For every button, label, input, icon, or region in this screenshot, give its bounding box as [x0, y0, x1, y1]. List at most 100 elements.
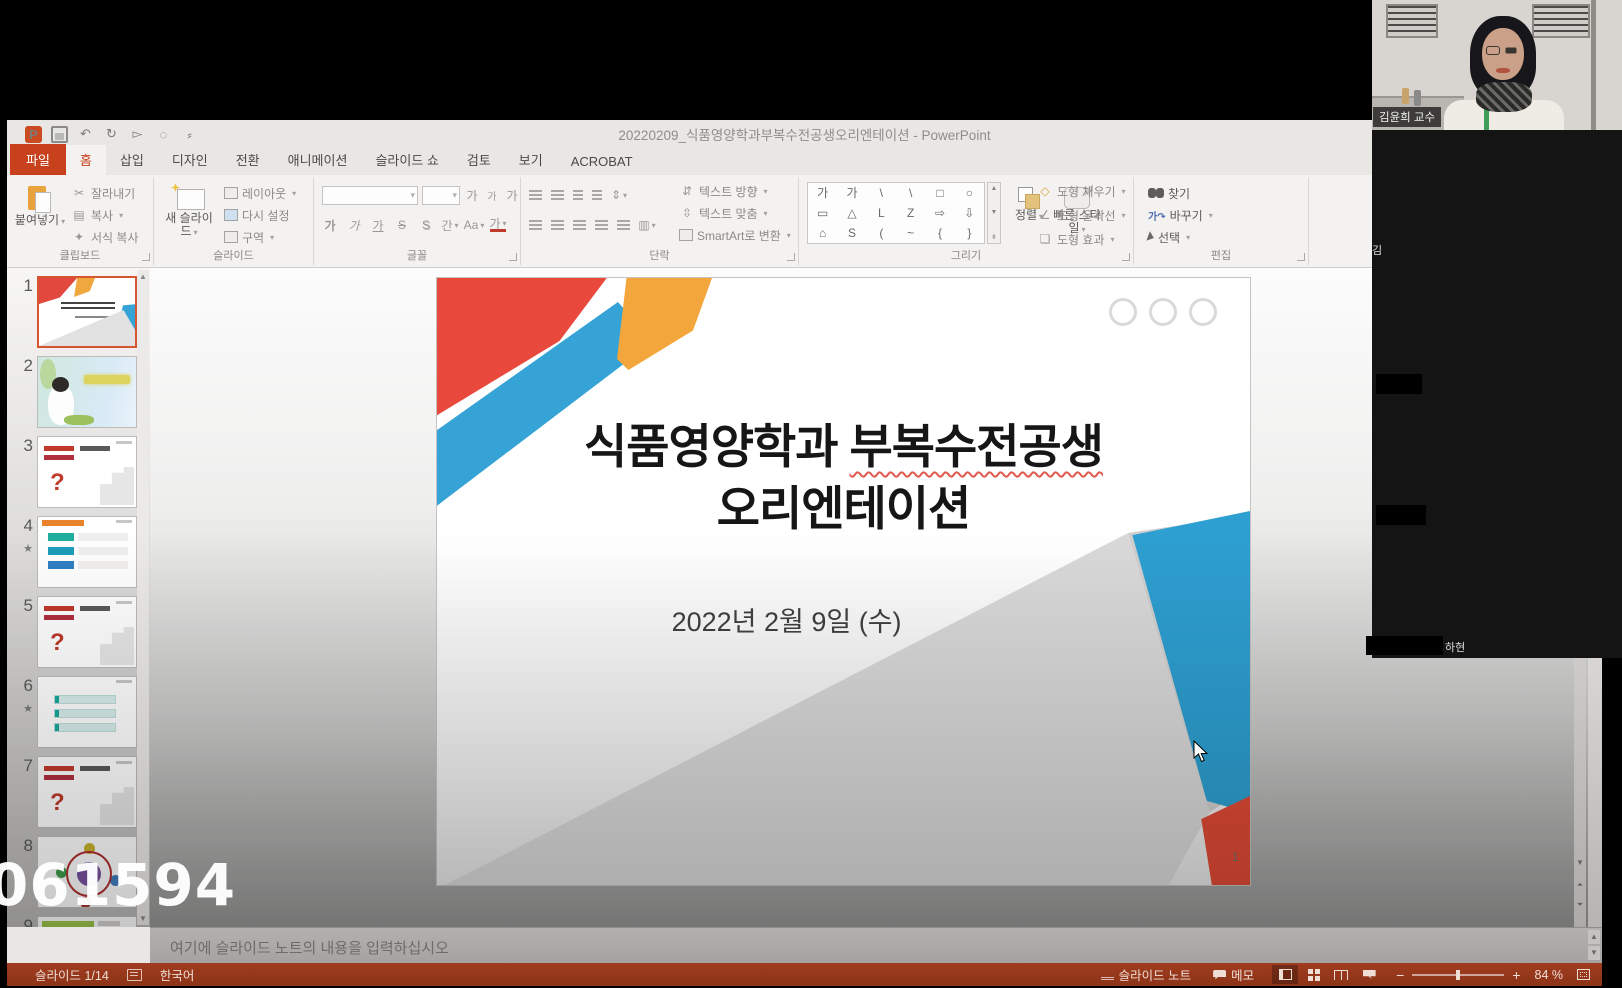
paragraph-dialog-launcher[interactable]: [787, 253, 795, 261]
format-painter-button[interactable]: ✦ 서식 복사: [71, 227, 139, 247]
fit-to-window-icon[interactable]: [1577, 969, 1590, 980]
shape-gallery[interactable]: 가가\\□○▭△LZ⇨⇩⌂S(~{}: [807, 182, 985, 244]
zoom-in-button[interactable]: +: [1512, 970, 1520, 980]
increase-indent-icon[interactable]: [592, 190, 602, 192]
font-color-icon[interactable]: 가: [490, 218, 506, 232]
notes-scrollbar[interactable]: ▲ ▼: [1588, 930, 1600, 962]
grow-font-icon[interactable]: 가: [464, 187, 480, 203]
clear-formatting-icon[interactable]: 가: [504, 187, 520, 203]
zoom-slider-thumb[interactable]: [1456, 970, 1460, 980]
zoom-slider[interactable]: [1412, 974, 1504, 976]
shape-gallery-more-icon[interactable]: ⇟: [991, 233, 997, 241]
previous-slide-icon[interactable]: ⏶: [1574, 878, 1586, 892]
shape-icon[interactable]: 가: [817, 184, 828, 202]
bullets-icon[interactable]: [529, 190, 542, 192]
character-spacing-icon[interactable]: 간: [442, 217, 458, 233]
shape-fill-button[interactable]: ◇ 도형 채우기: [1037, 181, 1137, 201]
shape-icon[interactable]: 가: [846, 184, 857, 202]
notes-panel[interactable]: 여기에 슬라이드 노트의 내용을 입력하십시오 ▲ ▼: [150, 927, 1602, 963]
align-left-icon[interactable]: [529, 220, 542, 222]
strikethrough-icon[interactable]: S: [394, 217, 410, 233]
replace-button[interactable]: 가↷ 바꾸기: [1148, 205, 1213, 225]
undo-icon[interactable]: ↶: [77, 126, 94, 143]
tab-홈[interactable]: 홈: [66, 145, 106, 175]
slideshow-view-button[interactable]: [1356, 965, 1382, 984]
next-slide-icon[interactable]: ⏷: [1574, 898, 1586, 912]
tab-보기[interactable]: 보기: [505, 145, 557, 175]
shape-icon[interactable]: (: [879, 224, 883, 242]
layout-button[interactable]: 레이아웃: [224, 183, 296, 203]
shape-gallery-scrollbar[interactable]: ▲ ▼ ⇟: [987, 182, 1001, 244]
shape-icon[interactable]: {: [938, 224, 942, 242]
convert-smartart-button[interactable]: SmartArt로 변환: [679, 225, 791, 245]
cut-button[interactable]: ✂ 잘라내기: [71, 183, 135, 203]
notes-scroll-up-icon[interactable]: ▲: [1588, 930, 1600, 944]
slide-thumbnail-9[interactable]: 9: [7, 914, 150, 927]
tab-슬라이드 쇼[interactable]: 슬라이드 쇼: [361, 145, 452, 175]
slide-thumbnail-6[interactable]: 6★: [7, 674, 150, 754]
shape-icon[interactable]: Z: [907, 204, 914, 222]
slide-title[interactable]: 식품영양학과 부복수전공생 오리엔테이션: [437, 416, 1250, 540]
new-slide-button[interactable]: 새 슬라이드: [160, 181, 218, 247]
customize-qat-icon[interactable]: ⸗: [181, 126, 198, 143]
slide-thumbnail-4[interactable]: 4★: [7, 514, 150, 594]
slide-thumbnail-1[interactable]: 1: [7, 274, 150, 354]
shrink-font-icon[interactable]: 가: [484, 187, 500, 203]
notes-scroll-down-icon[interactable]: ▼: [1588, 946, 1600, 960]
thumbnail-scroll-up-icon[interactable]: ▲: [139, 272, 147, 281]
tab-파일[interactable]: 파일: [10, 144, 66, 175]
zoom-level[interactable]: 84 %: [1535, 968, 1564, 982]
clipboard-dialog-launcher[interactable]: [142, 253, 150, 261]
shape-icon[interactable]: ⌂: [819, 224, 826, 242]
shape-icon[interactable]: ▭: [817, 204, 828, 222]
align-right-icon[interactable]: [573, 220, 586, 222]
shape-icon[interactable]: S: [848, 224, 856, 242]
scroll-down-icon[interactable]: ▼: [1574, 856, 1586, 870]
thumbnail-scrollbar[interactable]: ▲ ▼: [137, 270, 149, 925]
notes-placeholder[interactable]: 여기에 슬라이드 노트의 내용을 입력하십시오: [170, 937, 449, 958]
italic-icon[interactable]: 가: [346, 217, 362, 233]
tab-애니메이션[interactable]: 애니메이션: [274, 145, 362, 175]
thumbnail-scroll-down-icon[interactable]: ▼: [139, 914, 147, 923]
tab-검토[interactable]: 검토: [453, 145, 505, 175]
copy-button[interactable]: ▤ 복사: [71, 205, 123, 225]
slide-canvas[interactable]: 식품영양학과 부복수전공생 오리엔테이션 2022년 2월 9일 (수) 1: [437, 278, 1250, 885]
line-spacing-icon[interactable]: ⇕: [611, 187, 627, 203]
shape-scroll-up-icon[interactable]: ▲: [991, 185, 998, 192]
slide-thumbnail-5[interactable]: 5?: [7, 594, 150, 674]
shape-effects-button[interactable]: ❏ 도형 효과: [1037, 229, 1137, 249]
normal-view-button[interactable]: [1272, 965, 1298, 984]
drawing-dialog-launcher[interactable]: [1122, 253, 1130, 261]
editing-dialog-launcher[interactable]: [1297, 253, 1305, 261]
shape-icon[interactable]: L: [878, 204, 885, 222]
section-button[interactable]: 구역: [224, 227, 274, 247]
align-center-icon[interactable]: [551, 220, 564, 222]
font-size-combo[interactable]: ▾: [422, 186, 460, 205]
align-text-button[interactable]: ⇳ 텍스트 맞춤: [679, 203, 768, 223]
shape-icon[interactable]: △: [847, 204, 856, 222]
slide-thumbnail-3[interactable]: 3?: [7, 434, 150, 514]
paste-button[interactable]: 붙여넣기: [11, 181, 69, 247]
zoom-out-button[interactable]: −: [1396, 970, 1404, 980]
slide-thumbnail-2[interactable]: 2: [7, 354, 150, 434]
shape-icon[interactable]: ○: [966, 184, 973, 202]
text-shadow-icon[interactable]: S: [418, 217, 434, 233]
proofing-icon[interactable]: [127, 969, 142, 981]
find-button[interactable]: 찾기: [1148, 183, 1190, 203]
reading-view-button[interactable]: [1328, 965, 1354, 984]
bold-icon[interactable]: 가: [322, 217, 338, 233]
shape-outline-button[interactable]: ∠ 도형 윤곽선: [1037, 205, 1137, 225]
shape-icon[interactable]: ⇨: [935, 204, 945, 222]
tab-ACROBAT[interactable]: ACROBAT: [557, 149, 647, 175]
slide-date[interactable]: 2022년 2월 9일 (수): [551, 600, 1023, 639]
language-indicator[interactable]: 한국어: [160, 965, 195, 984]
shape-icon[interactable]: ⇩: [964, 204, 974, 222]
webcam-video[interactable]: 김윤희 교수: [1372, 0, 1622, 130]
shape-icon[interactable]: }: [967, 224, 971, 242]
save-icon[interactable]: [51, 126, 68, 143]
reset-button[interactable]: 다시 설정: [224, 205, 290, 225]
underline-icon[interactable]: 가: [370, 217, 386, 233]
font-dialog-launcher[interactable]: [509, 253, 517, 261]
notes-toggle-button[interactable]: 슬라이드 노트: [1097, 963, 1195, 986]
slide-thumbnail-8[interactable]: 8: [7, 834, 150, 914]
